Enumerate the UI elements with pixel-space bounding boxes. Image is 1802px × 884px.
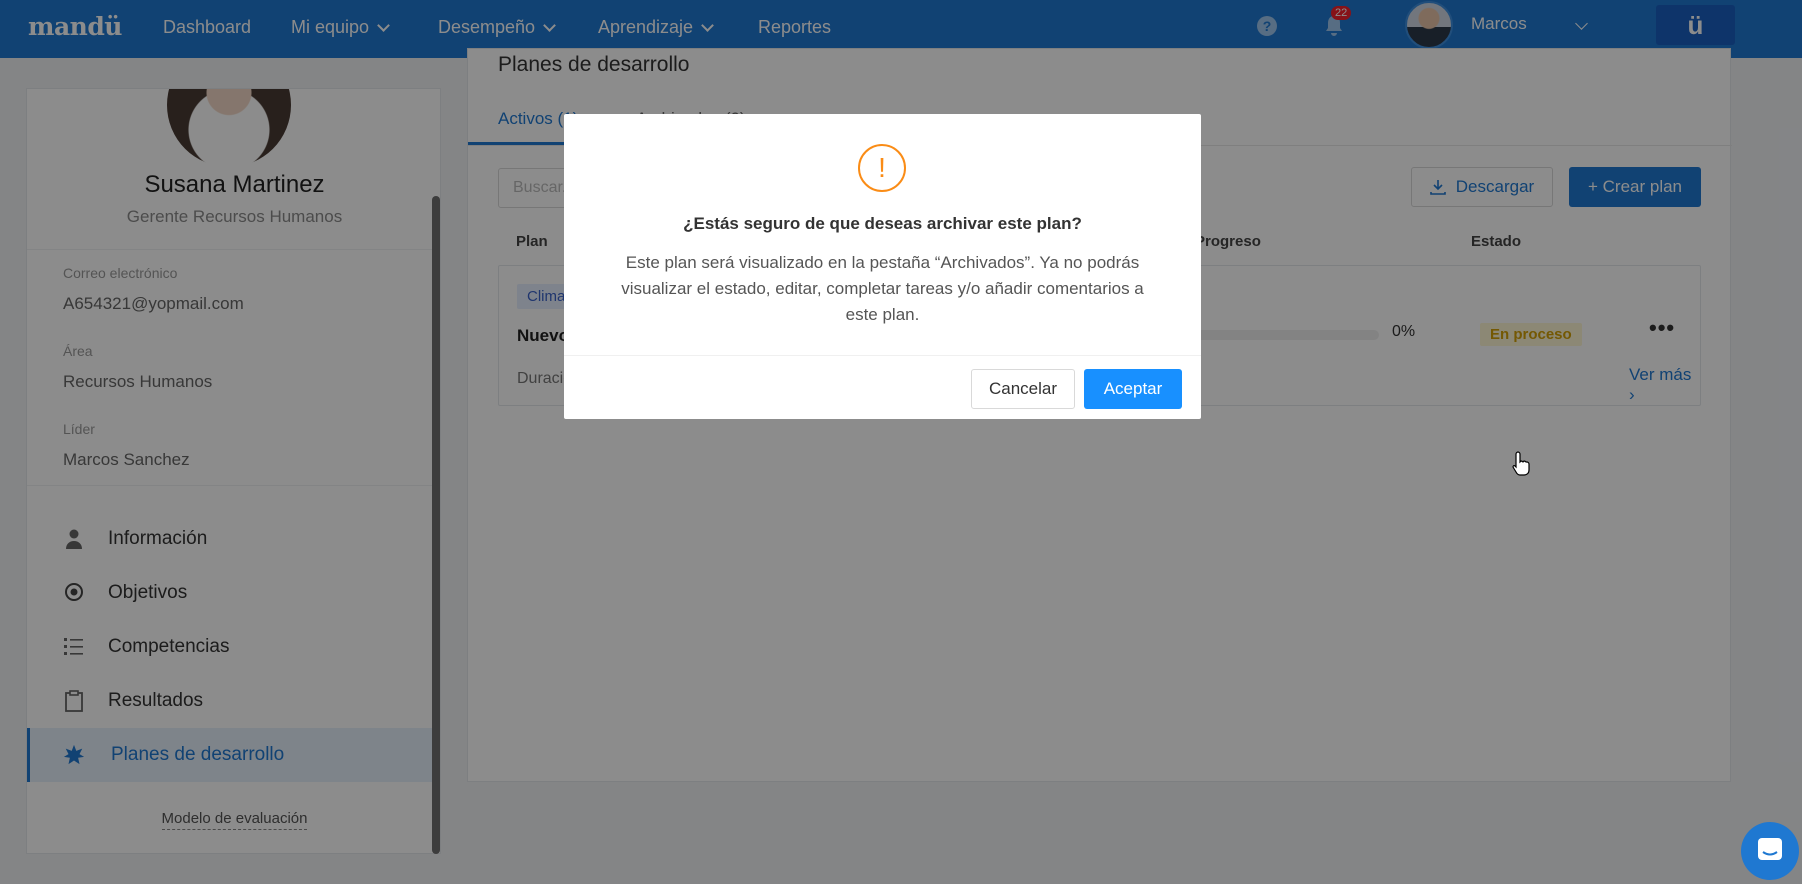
modal-divider: [564, 355, 1201, 356]
chat-icon: [1758, 838, 1782, 860]
archive-confirm-modal: ! ¿Estás seguro de que deseas archivar e…: [564, 114, 1201, 419]
modal-body: Este plan será visualizado en la pestaña…: [621, 253, 1144, 324]
chat-launcher-button[interactable]: [1741, 822, 1799, 880]
cancel-button[interactable]: Cancelar: [971, 369, 1075, 409]
modal-title: ¿Estás seguro de que deseas archivar est…: [683, 214, 1082, 233]
accept-button[interactable]: Aceptar: [1084, 369, 1182, 409]
warning-icon: !: [858, 144, 906, 192]
hand-cursor-icon: [1512, 451, 1530, 476]
